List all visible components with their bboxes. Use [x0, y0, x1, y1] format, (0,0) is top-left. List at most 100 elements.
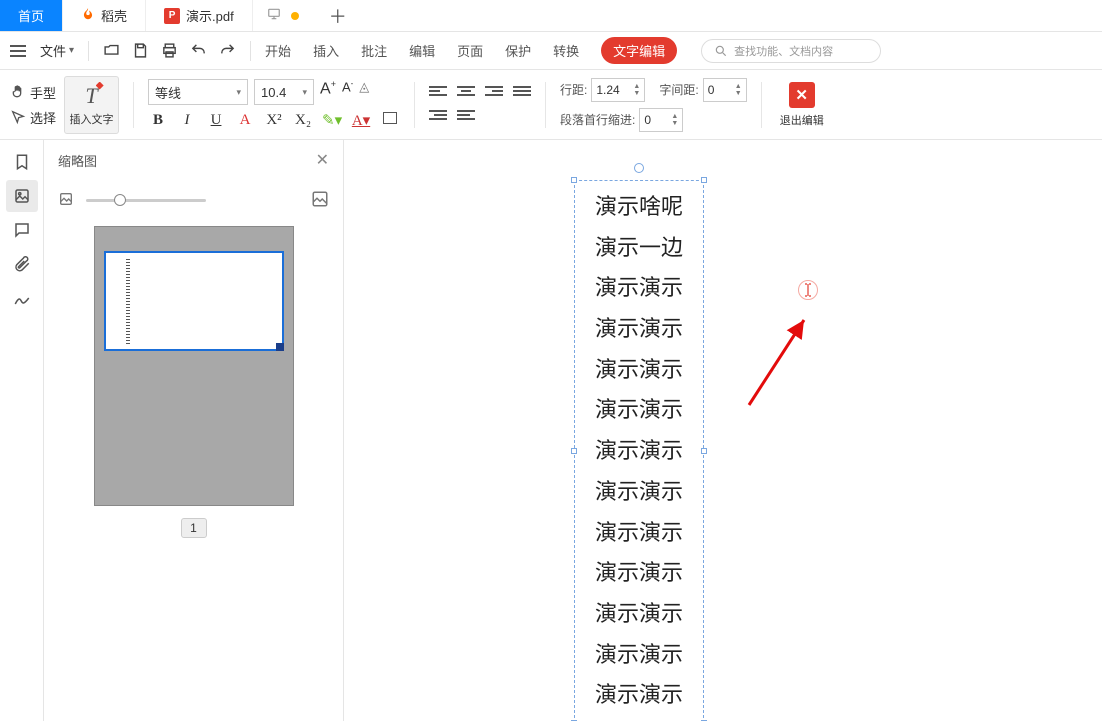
comment-panel-icon[interactable]	[6, 214, 38, 246]
strikethrough-button[interactable]: A	[235, 112, 255, 129]
hand-tool[interactable]: 手型	[10, 83, 56, 102]
clear-format-icon[interactable]: ◬	[359, 79, 369, 105]
file-menu[interactable]: 文件 ▾	[40, 41, 74, 60]
text-box-button[interactable]	[380, 112, 400, 129]
menu-start[interactable]: 开始	[265, 41, 291, 60]
quick-icons	[103, 42, 236, 59]
redo-icon[interactable]	[219, 42, 236, 59]
file-menu-label: 文件	[40, 41, 66, 60]
char-spacing-input[interactable]: 0 ▲▼	[703, 78, 747, 102]
exit-edit-button[interactable]: ✕ 退出编辑	[780, 82, 824, 128]
menu-items: 开始 插入 批注 编辑 页面 保护 转换 文字编辑	[265, 37, 677, 64]
spinner-icon[interactable]: ▲▼	[671, 113, 678, 127]
underline-button[interactable]: U	[206, 112, 226, 129]
tab-presence-area	[253, 0, 313, 31]
tab-home[interactable]: 首页	[0, 0, 63, 31]
thumb-large-icon[interactable]	[311, 190, 329, 211]
rotate-handle[interactable]	[634, 163, 644, 173]
menu-text-edit[interactable]: 文字编辑	[601, 37, 677, 64]
close-panel-button[interactable]: ✕	[316, 150, 329, 170]
thumb-small-icon[interactable]	[58, 191, 74, 210]
select-tool[interactable]: 选择	[10, 108, 56, 127]
menu-protect[interactable]: 保护	[505, 41, 531, 60]
insert-text-button[interactable]: T 插入文字	[64, 76, 119, 134]
menu-annotate[interactable]: 批注	[361, 41, 387, 60]
annotation-arrow-icon	[744, 310, 824, 413]
text-line: 演示演示	[579, 431, 699, 472]
shrink-font-icon[interactable]: A-	[342, 79, 353, 105]
search-placeholder: 查找功能、文档内容	[734, 43, 833, 59]
attachment-panel-icon[interactable]	[6, 248, 38, 280]
page-thumbnail[interactable]	[94, 226, 294, 506]
sign-panel-icon[interactable]	[6, 282, 38, 314]
tab-document[interactable]: P 演示.pdf	[146, 0, 253, 31]
hamburger-icon[interactable]	[10, 45, 26, 57]
spinner-icon[interactable]: ▲▼	[633, 83, 640, 97]
first-indent-value: 0	[644, 113, 651, 127]
resize-handle[interactable]	[571, 448, 577, 454]
close-icon: ✕	[789, 82, 815, 108]
indent-increase-button[interactable]	[457, 110, 475, 124]
hand-tool-label: 手型	[30, 83, 56, 102]
first-indent-field: 段落首行缩进: 0 ▲▼	[560, 108, 683, 132]
font-family-select[interactable]: 等线 ▾	[148, 79, 248, 105]
text-line: 演示演示	[579, 635, 699, 676]
resize-handle[interactable]	[571, 177, 577, 183]
menu-convert[interactable]: 转换	[553, 41, 579, 60]
text-line: 演示啥呢	[579, 187, 699, 228]
bookmark-panel-icon[interactable]	[6, 146, 38, 178]
slider-thumb[interactable]	[114, 194, 126, 206]
spinner-icon[interactable]: ▲▼	[735, 83, 742, 97]
fire-icon	[81, 7, 95, 24]
resize-handle[interactable]	[701, 448, 707, 454]
highlight-button[interactable]: ✎▾	[322, 111, 342, 130]
separator	[88, 41, 89, 61]
save-icon[interactable]	[132, 42, 149, 59]
text-line: 演示演示	[579, 350, 699, 391]
new-tab-button[interactable]: ＋	[313, 0, 363, 31]
indent-decrease-button[interactable]	[429, 110, 447, 124]
text-line: 演示演示	[579, 390, 699, 431]
thumbnail-panel-icon[interactable]	[6, 180, 38, 212]
text-line: 演示一边	[579, 228, 699, 269]
first-indent-input[interactable]: 0 ▲▼	[639, 108, 683, 132]
chevron-down-icon: ▾	[69, 45, 74, 56]
text-line: 演示演示	[579, 553, 699, 594]
exit-edit-label: 退出编辑	[780, 112, 824, 128]
subscript-button[interactable]: X₂	[293, 112, 313, 129]
undo-icon[interactable]	[190, 42, 207, 59]
align-justify-button[interactable]	[513, 86, 531, 100]
menu-page[interactable]: 页面	[457, 41, 483, 60]
screen-icon[interactable]	[267, 7, 281, 24]
open-icon[interactable]	[103, 42, 120, 59]
thumbnail-tools	[44, 180, 343, 220]
search-icon	[714, 44, 728, 58]
thumbnail-panel-header: 缩略图 ✕	[44, 140, 343, 180]
align-center-button[interactable]	[457, 86, 475, 100]
editing-text-box[interactable]: 演示啥呢 演示一边 演示演示 演示演示 演示演示 演示演示 演示演示 演示演示 …	[574, 180, 704, 721]
superscript-button[interactable]: X²	[264, 112, 284, 129]
search-input[interactable]: 查找功能、文档内容	[701, 39, 881, 63]
tab-home-label: 首页	[18, 6, 44, 25]
separator	[133, 82, 134, 128]
tab-daoshell[interactable]: 稻壳	[63, 0, 146, 31]
char-spacing-field: 字间距: 0 ▲▼	[659, 78, 746, 102]
line-spacing-input[interactable]: 1.24 ▲▼	[591, 78, 645, 102]
insert-text-label: 插入文字	[70, 111, 114, 127]
grow-font-icon[interactable]: A+	[320, 79, 336, 105]
font-size-value: 10.4	[261, 85, 286, 100]
print-icon[interactable]	[161, 42, 178, 59]
align-right-button[interactable]	[485, 86, 503, 100]
spacing-group: 行距: 1.24 ▲▼ 字间距: 0 ▲▼ 段落首行缩进: 0 ▲▼	[560, 78, 747, 132]
italic-button[interactable]: I	[177, 112, 197, 129]
resize-handle[interactable]	[701, 177, 707, 183]
document-canvas[interactable]: 演示啥呢 演示一边 演示演示 演示演示 演示演示 演示演示 演示演示 演示演示 …	[344, 140, 1102, 721]
menu-edit[interactable]: 编辑	[409, 41, 435, 60]
menu-insert[interactable]: 插入	[313, 41, 339, 60]
zoom-slider[interactable]	[86, 199, 206, 202]
separator	[250, 41, 251, 61]
font-color-button[interactable]: A▾	[351, 111, 371, 130]
font-size-select[interactable]: 10.4 ▾	[254, 79, 314, 105]
align-left-button[interactable]	[429, 86, 447, 100]
bold-button[interactable]: B	[148, 112, 168, 129]
